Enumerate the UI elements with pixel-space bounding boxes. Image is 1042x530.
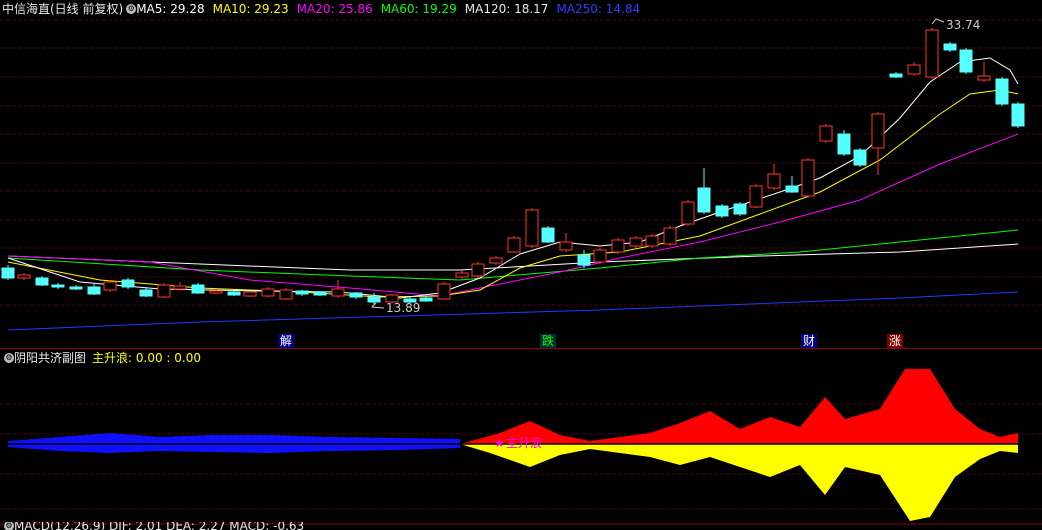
- bottom-legend: ⚙ MACD(12,26,9) DIF: 2.01 DEA: 2.27 MACD…: [0, 522, 304, 530]
- candle: [681, 200, 695, 226]
- candle: [87, 284, 101, 295]
- candle: [419, 296, 433, 302]
- red-upper-area: [460, 369, 1018, 444]
- candle: [871, 112, 885, 175]
- candlestick-chart[interactable]: 33.74 13.89: [0, 0, 1042, 349]
- candle: [697, 168, 711, 214]
- candle: [313, 291, 327, 296]
- candle: [1011, 102, 1025, 128]
- candle: [51, 283, 65, 289]
- candle: [349, 292, 363, 299]
- candle: [437, 282, 451, 300]
- candle: [629, 236, 643, 248]
- candle: [69, 285, 83, 290]
- main-wave-label: 主升浪: [506, 435, 542, 450]
- candle: [507, 236, 521, 253]
- candle: [767, 164, 781, 190]
- candle: [907, 62, 921, 76]
- high-price-label: 33.74: [931, 18, 980, 32]
- candle: [577, 250, 591, 268]
- marker-die[interactable]: 跌: [540, 334, 557, 348]
- candle: [889, 72, 903, 78]
- candle: [139, 288, 153, 297]
- candle: [243, 291, 257, 297]
- candle: [977, 62, 991, 82]
- candle: [801, 158, 815, 198]
- candle: [227, 291, 241, 296]
- bottom-settings-gear-icon[interactable]: ⚙: [4, 522, 14, 530]
- blue-upper-area: [8, 433, 460, 444]
- marker-cai[interactable]: 财: [801, 334, 818, 348]
- candle: [995, 77, 1009, 106]
- candle: [455, 270, 469, 279]
- candle: [35, 276, 49, 286]
- candle: [663, 226, 677, 246]
- candle: [837, 130, 851, 156]
- candle: [785, 176, 799, 193]
- candle: [525, 208, 539, 248]
- candle: [733, 202, 747, 216]
- low-price-text: 13.89: [386, 301, 420, 315]
- yinyang-indicator-chart[interactable]: ★ 主升浪: [0, 349, 1042, 530]
- candle: [819, 124, 833, 143]
- candle: [715, 204, 729, 218]
- candle: [943, 42, 957, 52]
- low-price-label: 13.89: [370, 301, 420, 315]
- ma10-line: [7, 89, 1019, 298]
- candle: [541, 226, 555, 243]
- candle: [471, 262, 485, 278]
- high-price-text: 33.74: [946, 18, 980, 32]
- candle: [121, 278, 135, 289]
- candle: [295, 290, 309, 296]
- candle: [559, 233, 573, 252]
- candle: [959, 48, 973, 74]
- candle: [489, 256, 503, 265]
- candle: [611, 238, 625, 254]
- marker-zhang[interactable]: 涨: [887, 334, 904, 348]
- candle: [17, 273, 31, 280]
- candle: [191, 283, 205, 294]
- blue-lower-area: [8, 444, 460, 453]
- candle: [853, 148, 867, 167]
- candle: [1, 265, 15, 280]
- marker-jie[interactable]: 解: [278, 334, 295, 348]
- candle: [279, 288, 293, 300]
- candle: [925, 28, 939, 79]
- main-wave-annotation: ★ 主升浪: [494, 435, 542, 450]
- candle: [331, 280, 345, 298]
- candle: [645, 234, 659, 248]
- macd-values: MACD(12,26,9) DIF: 2.01 DEA: 2.27 MACD: …: [14, 522, 305, 530]
- svg-text:★: ★: [494, 436, 505, 450]
- ma250-line: [7, 291, 1019, 331]
- candle: [593, 248, 607, 264]
- candle: [261, 287, 275, 297]
- candle: [157, 283, 171, 298]
- candle: [749, 184, 763, 208]
- candle: [103, 280, 117, 292]
